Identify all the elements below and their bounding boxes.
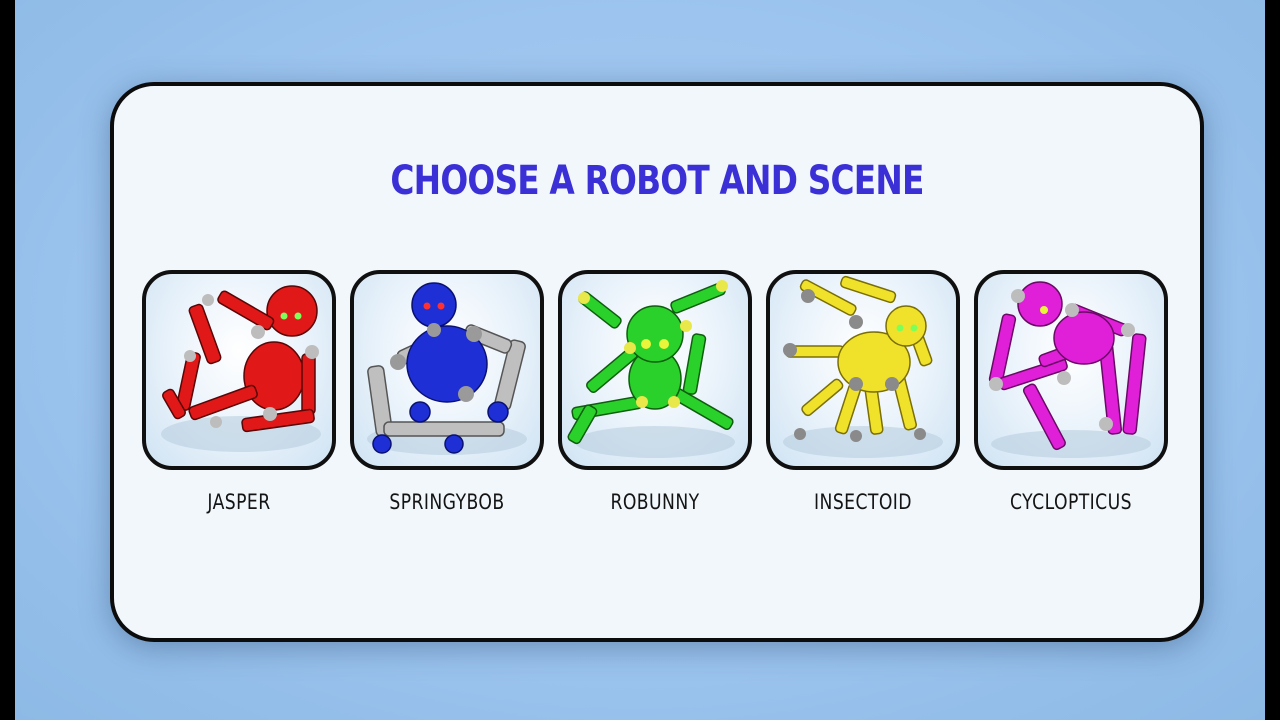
robot-select-panel: CHOOSE A ROBOT AND SCENE JASPER SPRINGYB…: [110, 82, 1204, 642]
springybob-robot-image: [367, 282, 527, 455]
robot-name-label: ROBUNNY: [610, 490, 700, 514]
cyclopticus-robot-image: [988, 281, 1151, 458]
robot-tile[interactable]: [350, 270, 544, 470]
jasper-robot-image: [161, 285, 321, 452]
insectoid-robot-image: [783, 275, 943, 458]
robot-name-label: INSECTOID: [814, 490, 912, 514]
robunny-robot-image: [567, 280, 735, 458]
robot-name-label: SPRINGYBOB: [389, 490, 505, 514]
robot-card-cyclopticus[interactable]: CYCLOPTICUS: [974, 270, 1168, 514]
robot-tile[interactable]: [558, 270, 752, 470]
robot-name-label: CYCLOPTICUS: [1010, 490, 1132, 514]
robot-name-label: JASPER: [207, 490, 271, 514]
robot-card-robunny[interactable]: ROBUNNY: [558, 270, 752, 514]
robot-card-insectoid[interactable]: INSECTOID: [766, 270, 960, 514]
robot-tile[interactable]: [766, 270, 960, 470]
robot-tile[interactable]: [974, 270, 1168, 470]
robot-card-springybob[interactable]: SPRINGYBOB: [350, 270, 544, 514]
robot-card-jasper[interactable]: JASPER: [142, 270, 336, 514]
robot-tile[interactable]: [142, 270, 336, 470]
page-title: CHOOSE A ROBOT AND SCENE: [390, 158, 924, 204]
game-background: CHOOSE A ROBOT AND SCENE JASPER SPRINGYB…: [15, 0, 1265, 720]
